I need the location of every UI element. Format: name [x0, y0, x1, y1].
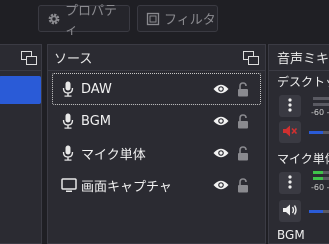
kebab-menu-icon — [288, 174, 292, 193]
visibility-eye-icon[interactable] — [210, 115, 232, 127]
monitor-icon — [61, 177, 81, 193]
channel-menu-button[interactable] — [279, 95, 301, 117]
audio-mixer-dock: 音声ミキサ デスクトップ -60 -5 マイク単体 — [268, 44, 329, 244]
sources-dock-header: ソース — [48, 45, 265, 71]
lock-icon[interactable] — [232, 81, 254, 97]
lock-icon[interactable] — [232, 145, 254, 161]
microphone-icon — [61, 145, 81, 161]
filter-icon — [146, 12, 160, 26]
lock-icon[interactable] — [232, 177, 254, 193]
source-label: 画面キャプチャ — [81, 179, 172, 195]
meter-scale: -60 -5 — [311, 183, 329, 192]
properties-label: プロパティ — [65, 3, 118, 38]
scenes-dock — [0, 44, 42, 244]
scenes-dock-header — [0, 45, 41, 71]
source-label: マイク単体 — [81, 147, 146, 163]
speaker-icon — [282, 202, 298, 221]
audio-mixer-dock-title: 音声ミキサ — [277, 52, 329, 67]
channel-name: デスクトップ — [277, 75, 329, 89]
selected-scene-item[interactable] — [0, 76, 41, 104]
source-item-daw[interactable]: DAW — [52, 73, 261, 105]
filters-button[interactable]: フィルタ — [137, 5, 218, 32]
audio-mixer-dock-header: 音声ミキサ — [269, 45, 329, 71]
volume-slider[interactable] — [309, 210, 323, 213]
source-item-screen-capture[interactable]: 画面キャプチャ — [52, 169, 261, 201]
mute-toggle-button[interactable] — [279, 121, 301, 143]
mixer-channel-mic: マイク単体 -60 -5 — [269, 150, 329, 226]
level-meter — [313, 171, 323, 174]
kebab-menu-icon — [288, 97, 292, 116]
source-label: DAW — [81, 81, 112, 97]
source-list: DAW BGM マイク単体 画面キャプチャ — [48, 71, 265, 203]
volume-slider[interactable] — [309, 131, 323, 134]
level-meter — [313, 177, 323, 180]
microphone-icon — [61, 113, 81, 129]
mute-toggle-button[interactable] — [279, 200, 301, 222]
undock-icon[interactable] — [243, 50, 259, 65]
volume-slider-rest — [323, 131, 329, 134]
microphone-icon — [61, 81, 81, 97]
sources-dock: ソース DAW BGM マイク単体 画面キャプチャ — [47, 44, 266, 244]
mixer-channel-desktop: デスクトップ -60 -5 — [269, 73, 329, 149]
channel-menu-button[interactable] — [279, 172, 301, 194]
gear-icon — [47, 12, 61, 26]
source-item-mic[interactable]: マイク単体 — [52, 137, 261, 169]
source-toolbar: プロパティ フィルタ — [0, 0, 329, 38]
visibility-eye-icon[interactable] — [210, 83, 232, 95]
sources-dock-title: ソース — [54, 52, 93, 67]
volume-slider-rest — [323, 210, 329, 213]
meter-scale: -60 -5 — [311, 108, 329, 117]
visibility-eye-icon[interactable] — [210, 179, 232, 191]
undock-icon[interactable] — [21, 50, 37, 65]
source-label: BGM — [81, 113, 111, 129]
source-item-bgm[interactable]: BGM — [52, 105, 261, 137]
level-meter — [313, 103, 329, 106]
mixer-channel-bgm: BGM — [269, 228, 329, 244]
speaker-muted-icon — [282, 123, 298, 142]
filters-label: フィルタ — [164, 13, 216, 28]
level-meter — [313, 97, 329, 100]
lock-icon[interactable] — [232, 113, 254, 129]
visibility-eye-icon[interactable] — [210, 147, 232, 159]
channel-name: マイク単体 — [277, 152, 329, 166]
level-meter-rest — [323, 171, 329, 174]
level-meter-rest — [323, 177, 329, 180]
channel-name: BGM — [277, 228, 305, 242]
properties-button[interactable]: プロパティ — [38, 4, 130, 38]
